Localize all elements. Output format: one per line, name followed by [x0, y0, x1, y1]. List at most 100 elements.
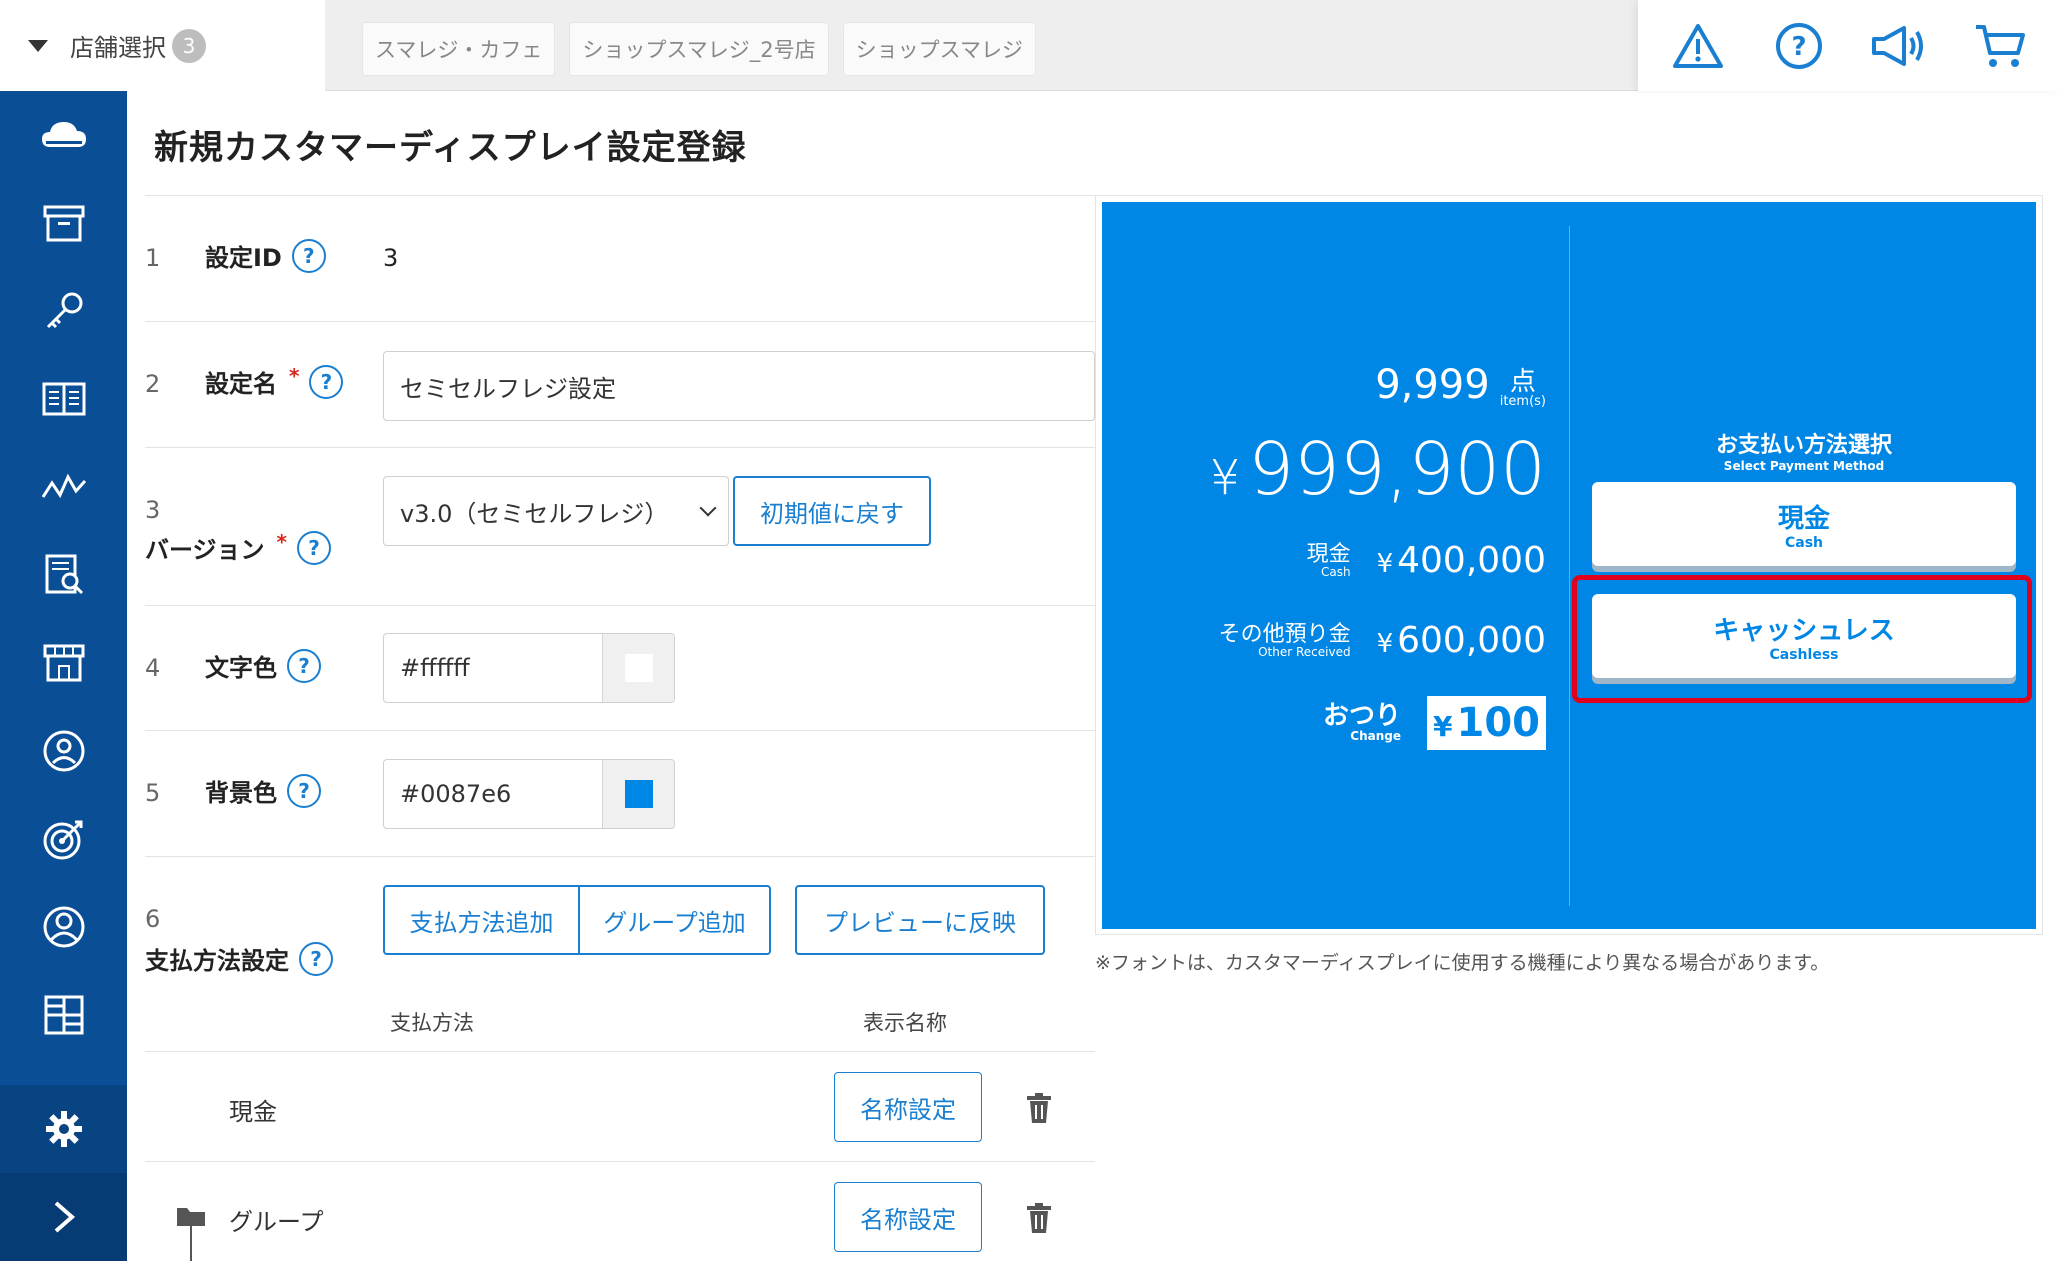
- store-select-label: 店舗選択: [70, 34, 166, 62]
- required-mark: *: [289, 363, 300, 388]
- setting-name-input[interactable]: セミセルフレジ設定: [383, 351, 1095, 421]
- help-icon[interactable]: ?: [287, 773, 321, 808]
- field-label: 支払方法設定 ?: [145, 941, 333, 976]
- customer-display-preview: 9,999 点 item(s) ¥999,900 現金 Cash ¥400,000 …: [1102, 202, 2036, 929]
- trash-icon[interactable]: [1025, 1202, 1053, 1234]
- field-label-text: 背景色: [205, 779, 277, 807]
- sidebar-expand-toggle[interactable]: [0, 1173, 127, 1261]
- help-icon[interactable]: ?: [309, 364, 344, 399]
- preview-cash-button[interactable]: 現金 Cash: [1592, 482, 2016, 566]
- warning-icon[interactable]: [1668, 16, 1728, 76]
- set-name-button[interactable]: 名称設定: [834, 1072, 982, 1142]
- yen-symbol: ¥: [1376, 549, 1394, 579]
- other-amount-value: 600,000: [1397, 620, 1546, 661]
- row-number: 6: [145, 905, 161, 933]
- yen-symbol: ¥: [1376, 629, 1394, 659]
- form-row-payment-settings: 6 支払方法設定 ? 支払方法追加 グループ追加 プレビューに反映 支払方法 表…: [145, 856, 1095, 1046]
- top-icon-bar: ?: [1638, 0, 2060, 91]
- top-bar: 店舗選択 3 スマレジ・カフェ ショップスマレジ_2号店 ショップスマレジ ?: [0, 0, 2060, 91]
- sidebar-item-apps[interactable]: [0, 971, 127, 1059]
- sidebar-item-cloud[interactable]: [0, 91, 127, 179]
- svg-text:?: ?: [1791, 32, 1806, 62]
- store-chip[interactable]: スマレジ・カフェ: [362, 22, 556, 76]
- field-label: 文字色 ?: [205, 648, 321, 683]
- line-chart-icon: [41, 473, 86, 499]
- cash-button-sublabel: Cash: [1784, 534, 1824, 551]
- row-number: 3: [145, 496, 161, 524]
- sidebar-item-target[interactable]: [0, 795, 127, 883]
- table-row: グループ 名称設定: [145, 1161, 1095, 1261]
- help-icon[interactable]: ?: [1769, 16, 1829, 76]
- version-select[interactable]: v3.0（セミセルフレジ）: [383, 476, 729, 546]
- user-icon: [43, 906, 84, 948]
- reset-default-button[interactable]: 初期値に戻す: [733, 476, 931, 546]
- folder-icon: [177, 1208, 205, 1261]
- row-number: 2: [145, 370, 161, 398]
- field-label-text: 文字色: [205, 654, 277, 682]
- set-name-button[interactable]: 名称設定: [834, 1182, 982, 1252]
- sidebar-item-report[interactable]: [0, 531, 127, 619]
- payment-name: 現金: [229, 1098, 277, 1126]
- item-unit: 点 item(s): [1500, 369, 1546, 408]
- field-label: バージョン * ?: [145, 530, 331, 565]
- preview-other-line: その他預り金 Other Received ¥600,000: [1219, 620, 1546, 661]
- setting-id-value: 3: [383, 244, 399, 272]
- store-select-dropdown[interactable]: 店舗選択 3: [0, 0, 325, 91]
- help-icon[interactable]: ?: [287, 648, 321, 683]
- yen-symbol: ¥: [1433, 710, 1453, 743]
- store-chip[interactable]: ショップスマレジ: [842, 22, 1036, 76]
- book-icon: [42, 382, 85, 416]
- highlight-annotation: [1572, 575, 2032, 703]
- chevron-right-icon: [54, 1201, 75, 1233]
- table-row: 現金 名称設定: [145, 1051, 1095, 1161]
- help-icon[interactable]: ?: [299, 941, 333, 976]
- cash-amount-value: 400,000: [1397, 540, 1546, 581]
- form-row-setting-id: 1 設定ID ? 3: [145, 195, 1095, 321]
- bg-color-picker[interactable]: [602, 760, 674, 828]
- payment-select-heading: お支払い方法選択 Select Payment Method: [1592, 427, 2016, 473]
- key-icon: [46, 292, 82, 329]
- sidebar-item-settings[interactable]: [0, 1085, 127, 1173]
- sidebar-item-store[interactable]: [0, 619, 127, 707]
- yen-symbol: ¥: [1209, 450, 1241, 506]
- change-amount: ¥100: [1427, 696, 1546, 750]
- trash-icon[interactable]: [1025, 1092, 1053, 1124]
- column-header-display-name: 表示名称: [863, 1011, 947, 1035]
- cash-amount: ¥400,000: [1377, 540, 1546, 581]
- chevron-down-icon: [699, 499, 717, 517]
- sidebar-item-archive[interactable]: [0, 179, 127, 267]
- text-color-input[interactable]: #ffffff: [383, 633, 675, 703]
- text-color-picker[interactable]: [602, 634, 674, 702]
- add-group-button[interactable]: グループ追加: [578, 885, 771, 955]
- add-payment-method-button[interactable]: 支払方法追加: [383, 885, 580, 955]
- sidebar-item-customer[interactable]: [0, 707, 127, 795]
- bg-color-input[interactable]: #0087e6: [383, 759, 675, 829]
- sidebar-bottom: [0, 1085, 127, 1261]
- color-swatch: [624, 780, 653, 808]
- sidebar-item-book[interactable]: [0, 355, 127, 443]
- help-icon[interactable]: ?: [291, 238, 326, 273]
- cloud-icon: [41, 122, 86, 147]
- other-label-ja: その他預り金: [1218, 621, 1351, 647]
- gear-icon: [45, 1111, 82, 1147]
- item-count-value: 9,999: [1375, 362, 1490, 408]
- form-row-text-color: 4 文字色 ? #ffffff: [145, 605, 1095, 730]
- sidebar-item-analytics[interactable]: [0, 443, 127, 531]
- row-number: 1: [145, 244, 161, 272]
- preview-divider: [1569, 226, 1570, 906]
- item-unit-ja: 点: [1509, 367, 1536, 397]
- help-icon[interactable]: ?: [297, 530, 331, 565]
- cash-label-ja: 現金: [1306, 541, 1351, 567]
- change-label-en: Change: [1350, 729, 1402, 744]
- form-row-setting-name: 2 設定名 * ? セミセルフレジ設定: [145, 321, 1095, 447]
- cash-label: 現金 Cash: [1307, 543, 1351, 579]
- report-search-icon: [45, 554, 83, 595]
- field-label-text: 設定ID: [205, 244, 282, 272]
- sidebar-item-key[interactable]: [0, 267, 127, 355]
- cart-icon[interactable]: [1970, 16, 2030, 76]
- store-chip[interactable]: ショップスマレジ_2号店: [569, 22, 829, 76]
- megaphone-icon[interactable]: [1869, 16, 1929, 76]
- sidebar-item-user[interactable]: [0, 883, 127, 971]
- other-label-en: Other Received: [1258, 644, 1351, 659]
- apply-preview-button[interactable]: プレビューに反映: [795, 885, 1045, 955]
